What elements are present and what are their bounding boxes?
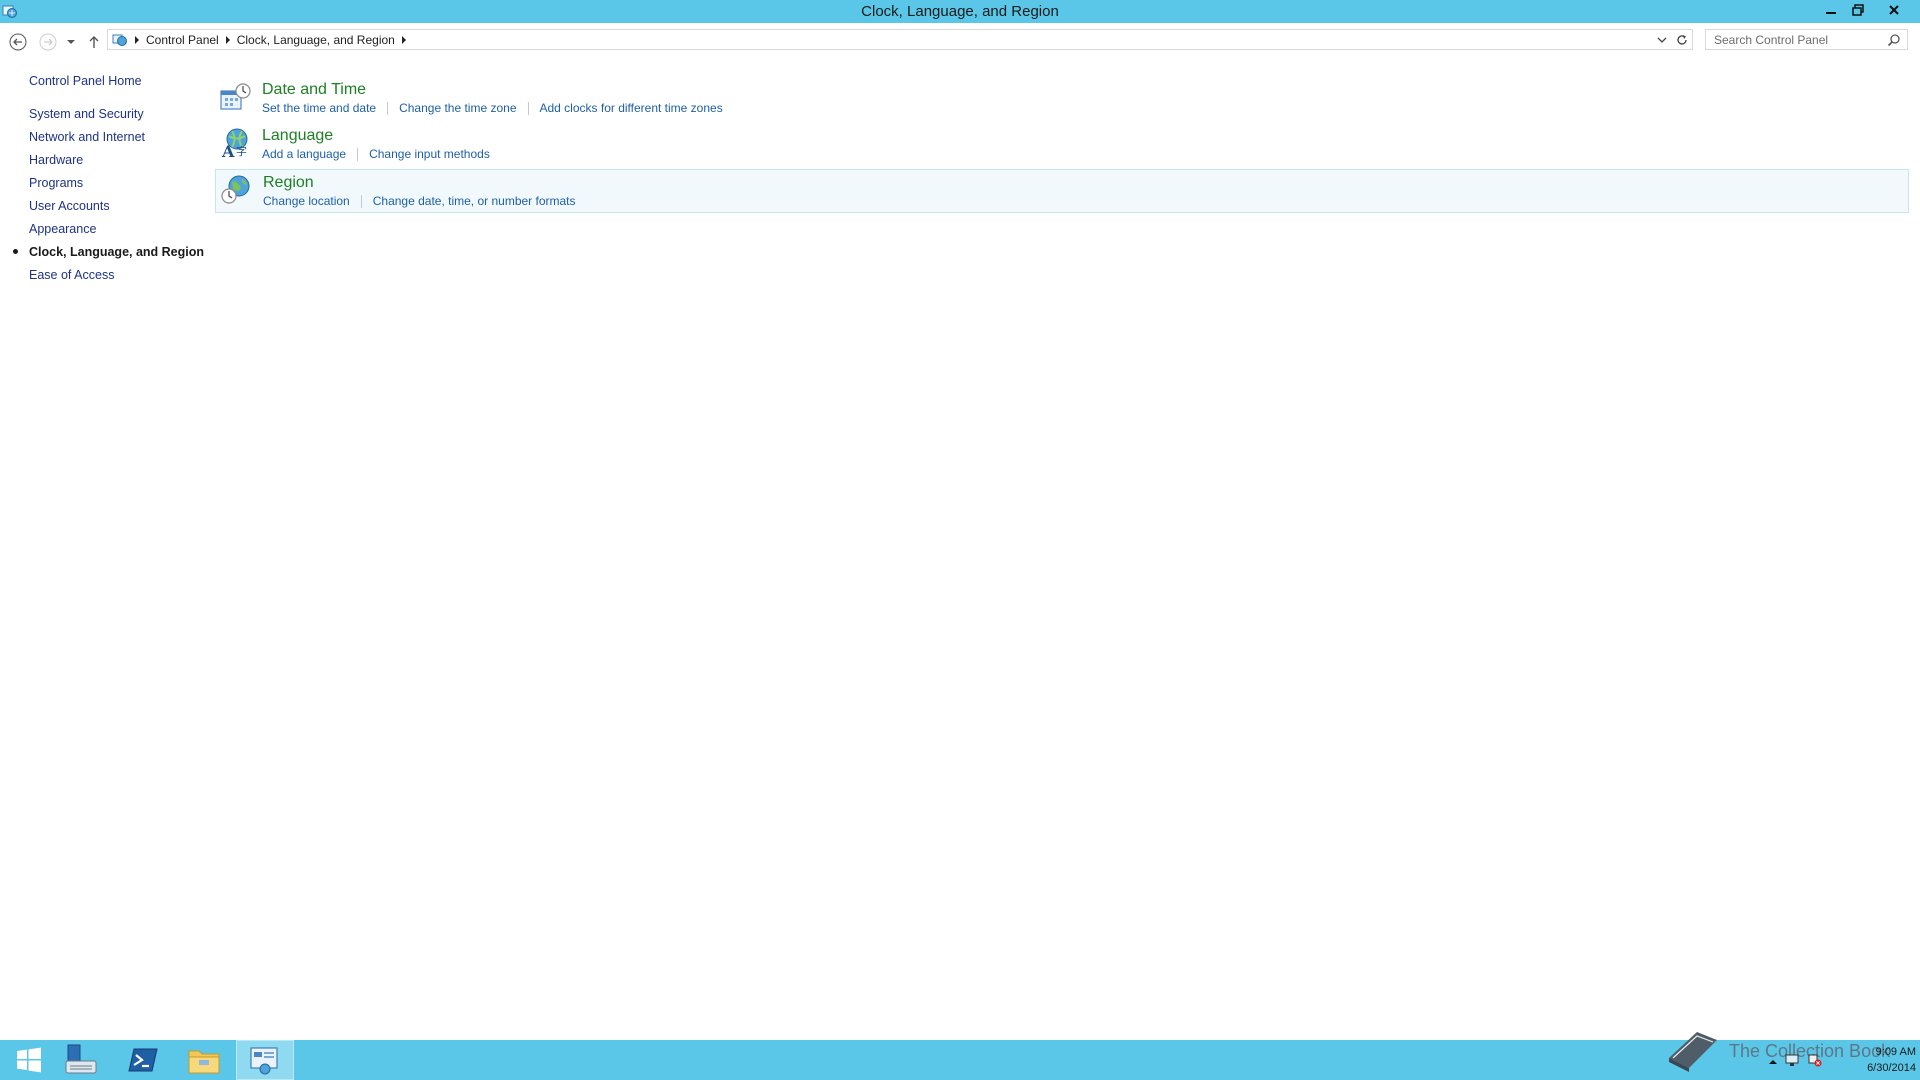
recent-locations-button[interactable] bbox=[64, 31, 78, 53]
breadcrumb: Control Panel Clock, Language, and Regio… bbox=[132, 33, 409, 47]
back-arrow-icon bbox=[9, 33, 27, 51]
show-hidden-icons-icon[interactable] bbox=[1768, 1055, 1778, 1069]
breadcrumb-chevron-icon[interactable] bbox=[132, 35, 142, 45]
left-item-clock-language-region[interactable]: Clock, Language, and Region bbox=[13, 244, 205, 267]
left-item-appearance[interactable]: Appearance bbox=[29, 221, 204, 244]
change-location-link[interactable]: Change location bbox=[263, 194, 350, 208]
region-icon[interactable] bbox=[220, 174, 252, 206]
forward-arrow-icon bbox=[39, 33, 57, 51]
left-item-ease-of-access[interactable]: Ease of Access bbox=[29, 267, 204, 290]
book-icon bbox=[1669, 1032, 1717, 1072]
address-bar[interactable]: Control Panel Clock, Language, and Regio… bbox=[107, 29, 1693, 50]
control-panel-home-link[interactable]: Control Panel Home bbox=[29, 74, 142, 88]
region-title[interactable]: Region bbox=[263, 174, 314, 192]
region-links: Change location Change date, time, or nu… bbox=[263, 194, 576, 208]
search-input[interactable] bbox=[1708, 31, 1890, 48]
breadcrumb-chevron-icon[interactable] bbox=[223, 35, 233, 45]
date-and-time-links: Set the time and date Change the time zo… bbox=[262, 101, 723, 115]
link-divider bbox=[527, 101, 529, 115]
left-item-hardware[interactable]: Hardware bbox=[29, 152, 204, 175]
add-clocks-link[interactable]: Add clocks for different time zones bbox=[540, 101, 723, 115]
control-panel-location-icon bbox=[112, 32, 128, 48]
left-item-label: Clock, Language, and Region bbox=[29, 245, 205, 259]
language-icon[interactable]: A 字 bbox=[219, 127, 251, 161]
file-explorer-button[interactable] bbox=[175, 1040, 233, 1080]
chevron-down-icon bbox=[1657, 37, 1667, 43]
breadcrumb-control-panel[interactable]: Control Panel bbox=[142, 33, 223, 47]
left-item-system-security[interactable]: System and Security bbox=[29, 106, 204, 129]
system-tray bbox=[1768, 1053, 1822, 1070]
left-item-programs[interactable]: Programs bbox=[29, 175, 204, 198]
change-formats-link[interactable]: Change date, time, or number formats bbox=[373, 194, 576, 208]
up-button[interactable] bbox=[83, 31, 105, 53]
refresh-icon bbox=[1677, 35, 1687, 45]
minimize-icon bbox=[1826, 11, 1836, 14]
up-arrow-icon bbox=[89, 36, 99, 48]
control-panel-icon bbox=[250, 1047, 278, 1075]
link-divider bbox=[387, 101, 389, 115]
date-time-icon[interactable] bbox=[219, 81, 251, 113]
date-and-time-title[interactable]: Date and Time bbox=[262, 81, 366, 99]
search-icon[interactable] bbox=[1887, 33, 1901, 47]
active-bullet-icon bbox=[13, 249, 18, 254]
action-center-icon[interactable] bbox=[1806, 1053, 1822, 1070]
change-input-methods-link[interactable]: Change input methods bbox=[369, 147, 490, 161]
breadcrumb-chevron-icon[interactable] bbox=[399, 35, 409, 45]
restore-button[interactable] bbox=[1845, 0, 1871, 19]
category-date-and-time: Date and Time Set the time and date Chan… bbox=[215, 77, 1909, 121]
category-language: A 字 Language Add a language Change input… bbox=[215, 123, 1909, 167]
start-button[interactable] bbox=[0, 1040, 58, 1080]
svg-text:A: A bbox=[221, 142, 235, 159]
taskbar bbox=[0, 1040, 1920, 1080]
title-bar[interactable]: Clock, Language, and Region bbox=[0, 0, 1920, 23]
forward-button[interactable] bbox=[37, 31, 59, 53]
network-icon[interactable] bbox=[1784, 1053, 1800, 1070]
category-list: System and Security Network and Internet… bbox=[13, 106, 205, 290]
close-icon bbox=[1889, 4, 1899, 15]
start-icon bbox=[17, 1047, 41, 1073]
left-item-network-internet[interactable]: Network and Internet bbox=[29, 129, 204, 152]
server-manager-button[interactable] bbox=[52, 1040, 110, 1080]
language-title[interactable]: Language bbox=[262, 127, 333, 145]
svg-text:字: 字 bbox=[236, 144, 247, 158]
change-time-zone-link[interactable]: Change the time zone bbox=[399, 101, 516, 115]
set-time-and-date-link[interactable]: Set the time and date bbox=[262, 101, 376, 115]
control-panel-taskbar-button[interactable] bbox=[236, 1040, 294, 1080]
close-button[interactable] bbox=[1872, 0, 1916, 19]
minimize-button[interactable] bbox=[1818, 0, 1844, 19]
clock-time: 9:09 AM bbox=[1875, 1046, 1916, 1058]
refresh-button[interactable] bbox=[1674, 32, 1690, 48]
powershell-button[interactable] bbox=[114, 1040, 172, 1080]
address-history-dropdown[interactable] bbox=[1654, 32, 1670, 48]
search-box[interactable] bbox=[1705, 29, 1908, 50]
server-manager-icon bbox=[65, 1044, 97, 1074]
back-button[interactable] bbox=[7, 31, 29, 53]
add-language-link[interactable]: Add a language bbox=[262, 147, 346, 161]
file-explorer-icon bbox=[188, 1050, 220, 1074]
chevron-down-icon bbox=[67, 40, 75, 44]
category-region: Region Change location Change date, time… bbox=[215, 169, 1909, 213]
breadcrumb-clock-language-region[interactable]: Clock, Language, and Region bbox=[233, 33, 399, 47]
link-divider bbox=[360, 194, 362, 208]
clock-date: 6/30/2014 bbox=[1867, 1062, 1916, 1074]
restore-icon bbox=[1852, 3, 1864, 16]
language-links: Add a language Change input methods bbox=[262, 147, 490, 161]
navigation-bar: Control Panel Clock, Language, and Regio… bbox=[0, 23, 1920, 59]
taskbar-clock[interactable]: 9:09 AM 6/30/2014 bbox=[1840, 1044, 1916, 1076]
link-divider bbox=[357, 147, 359, 161]
window-title: Clock, Language, and Region bbox=[861, 3, 1059, 20]
powershell-icon bbox=[128, 1048, 158, 1072]
left-item-user-accounts[interactable]: User Accounts bbox=[29, 198, 204, 221]
